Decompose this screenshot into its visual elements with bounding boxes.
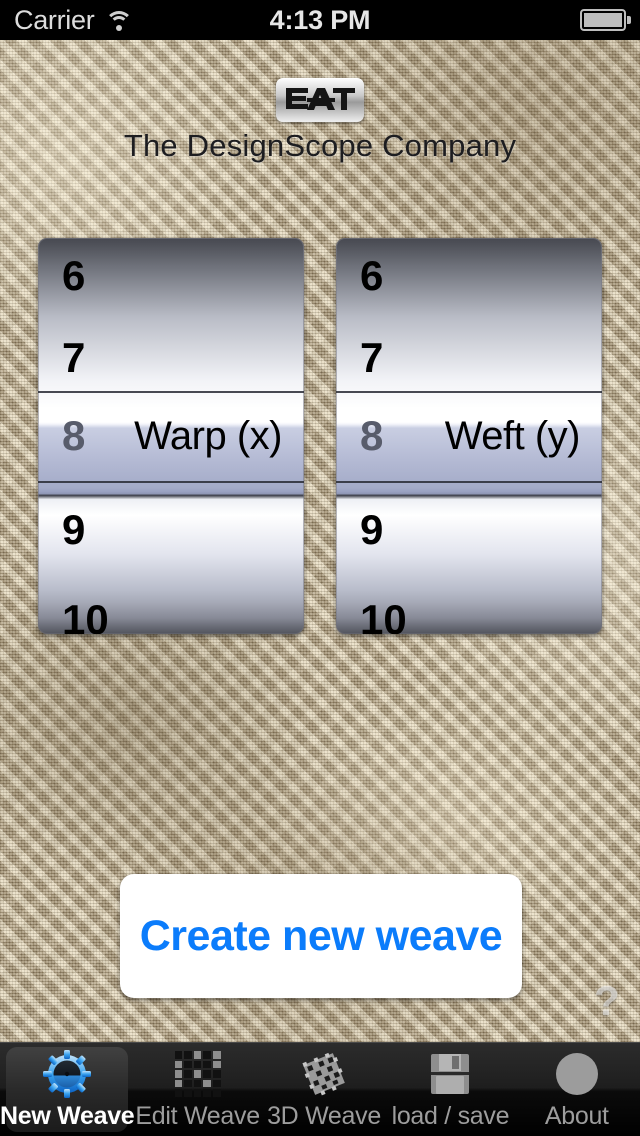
app-header: The DesignScope Company: [0, 78, 640, 164]
tab-about[interactable]: About: [514, 1043, 640, 1136]
picker-value: 10: [62, 596, 109, 635]
picker-selected-value: 8: [360, 412, 384, 459]
dimension-pickers: 6 7 8 Warp (x) 9 10 6 7 8 Weft (y) 9 10: [38, 238, 602, 634]
picker-value: 6: [62, 252, 86, 299]
battery-icon: [580, 9, 631, 31]
picker-row[interactable]: 10: [38, 576, 304, 635]
picker-row[interactable]: 9: [38, 486, 304, 574]
tab-label: Edit Weave: [135, 1102, 260, 1130]
picker-value: 7: [360, 334, 384, 381]
picker-row[interactable]: 6: [38, 238, 304, 320]
tab-3d-weave[interactable]: 3D Weave: [261, 1043, 387, 1136]
circle-icon: [555, 1048, 598, 1100]
selection-line-top: [336, 391, 602, 393]
tab-label: load / save: [391, 1102, 510, 1130]
picker-row[interactable]: 7: [336, 314, 602, 402]
tab-bar: New Weave Edit Weave 3D Weave load / sav…: [0, 1042, 640, 1136]
selection-line-bottom: [336, 481, 602, 483]
grid-icon: [174, 1048, 221, 1100]
picker-value: 10: [360, 596, 407, 635]
picker-row[interactable]: 9: [336, 486, 602, 574]
weft-axis-label: Weft (y): [444, 414, 581, 458]
help-question-icon[interactable]: ?: [594, 980, 620, 1022]
tab-edit-weave[interactable]: Edit Weave: [134, 1043, 260, 1136]
picker-selected-value: 8: [62, 412, 86, 459]
create-new-weave-button[interactable]: Create new weave: [120, 874, 522, 998]
picker-value: 9: [360, 506, 384, 553]
picker-row-selected[interactable]: 8 Warp (x): [38, 392, 304, 480]
picker-row[interactable]: 10: [336, 576, 602, 635]
tab-label: New Weave: [0, 1102, 135, 1130]
weave-3d-icon: [299, 1048, 349, 1100]
warp-picker[interactable]: 6 7 8 Warp (x) 9 10: [38, 238, 304, 634]
app-screen: Carrier 4:13 PM The DesignScope Company: [0, 0, 640, 1136]
selection-line-top: [38, 391, 304, 393]
status-bar-right: [580, 9, 631, 31]
tab-load-save[interactable]: load / save: [387, 1043, 513, 1136]
picker-value: 6: [360, 252, 384, 299]
gear-icon: [42, 1048, 92, 1100]
weft-picker[interactable]: 6 7 8 Weft (y) 9 10: [336, 238, 602, 634]
selection-line-bottom: [38, 481, 304, 483]
picker-row[interactable]: 6: [336, 238, 602, 320]
picker-value: 9: [62, 506, 86, 553]
company-name-label: The DesignScope Company: [123, 128, 517, 163]
clock-label: 4:13 PM: [269, 4, 371, 35]
eat-logo-icon: [276, 78, 364, 122]
status-bar: Carrier 4:13 PM: [0, 0, 640, 40]
tab-label: 3D Weave: [267, 1102, 381, 1130]
floppy-disk-icon: [427, 1048, 473, 1100]
warp-axis-label: Warp (x): [134, 414, 282, 458]
picker-row[interactable]: 7: [38, 314, 304, 402]
tab-label: About: [544, 1102, 609, 1130]
picker-value: 7: [62, 334, 86, 381]
picker-row-selected[interactable]: 8 Weft (y): [336, 392, 602, 480]
tab-new-weave[interactable]: New Weave: [0, 1043, 135, 1136]
